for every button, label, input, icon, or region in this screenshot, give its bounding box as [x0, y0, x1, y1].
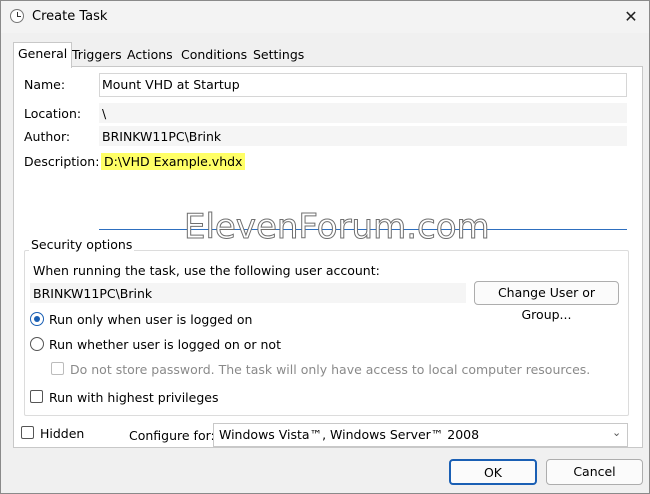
no-store-password-label: Do not store password. The task will onl… — [70, 362, 591, 377]
run-logged-on-label[interactable]: Run only when user is logged on — [49, 312, 252, 327]
description-label: Description: — [24, 154, 100, 169]
author-value: BRINKW11PC\Brink — [102, 129, 222, 144]
no-store-password-checkbox[interactable] — [51, 362, 64, 375]
chevron-down-icon[interactable]: ⌄ — [612, 426, 621, 439]
run-logged-on-radio[interactable] — [30, 312, 44, 326]
name-input[interactable]: Mount VHD at Startup — [99, 73, 627, 97]
site-watermark: ElevenForum.com — [184, 207, 491, 248]
hidden-checkbox[interactable] — [21, 426, 34, 439]
change-user-button[interactable]: Change User or Group... — [474, 281, 619, 322]
security-options-title: Security options — [29, 237, 135, 252]
ok-button[interactable]: OK — [449, 459, 537, 485]
task-scheduler-clock-icon — [10, 9, 24, 23]
tab-triggers[interactable]: Triggers — [68, 44, 126, 66]
run-whether-radio[interactable] — [30, 337, 44, 351]
account-prompt: When running the task, use the following… — [33, 263, 380, 278]
close-button[interactable]: ✕ — [615, 5, 647, 29]
location-field — [99, 103, 627, 123]
tab-settings[interactable]: Settings — [249, 44, 308, 66]
location-value: \ — [102, 106, 107, 121]
description-value: D:\VHD Example.vhdx — [101, 153, 246, 170]
run-whether-label[interactable]: Run whether user is logged on or not — [49, 337, 281, 352]
highest-privileges-checkbox[interactable] — [30, 390, 43, 403]
configure-for-value: Windows Vista™, Windows Server™ 2008 — [219, 427, 480, 442]
cancel-button[interactable]: Cancel — [546, 459, 643, 485]
user-account-value: BRINKW11PC\Brink — [33, 286, 153, 301]
title-bar[interactable]: Create Task ✕ — [1, 1, 649, 33]
tab-actions[interactable]: Actions — [123, 44, 177, 66]
highest-privileges-label[interactable]: Run with highest privileges — [49, 390, 218, 405]
author-label: Author: — [24, 129, 71, 144]
window-title: Create Task — [32, 9, 108, 24]
name-label-text: Name: — [24, 77, 66, 92]
configure-for-label: Configure for: — [129, 428, 215, 443]
tab-general[interactable]: General — [13, 42, 73, 68]
tab-conditions[interactable]: Conditions — [177, 44, 251, 66]
location-label: Location: — [24, 106, 82, 121]
hidden-label[interactable]: Hidden — [40, 426, 84, 441]
